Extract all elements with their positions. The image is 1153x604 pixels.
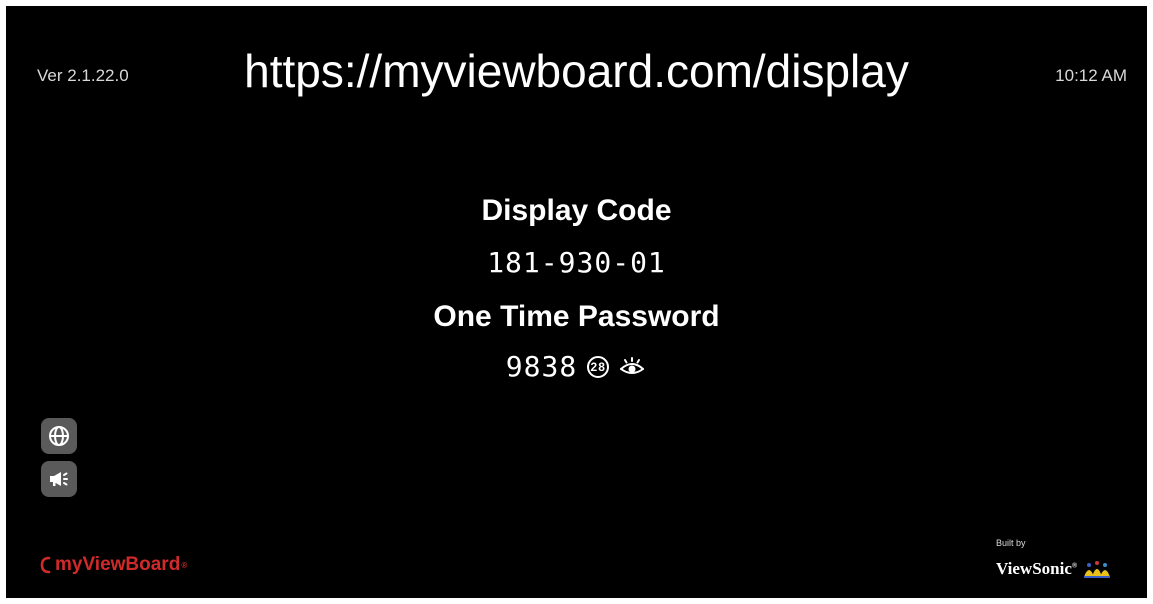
viewsonic-registered-mark: ® — [1071, 561, 1078, 570]
otp-value: 9838 — [505, 350, 578, 383]
eye-icon[interactable] — [617, 355, 647, 379]
language-button[interactable] — [41, 418, 77, 454]
viewsonic-wordmark: ViewSonic® — [996, 559, 1077, 579]
display-code-value: 181-930-01 — [487, 246, 666, 279]
display-code-label: Display Code — [481, 194, 672, 227]
myviewboard-logo: myViewBoard ® — [40, 554, 187, 576]
brand-name: myViewBoard — [55, 554, 181, 575]
clock: 10:12 AM — [1055, 66, 1127, 85]
brand-cloud-icon — [40, 556, 51, 574]
otp-row: 9838 28 — [6, 350, 1147, 383]
otp-label: One Time Password — [433, 300, 720, 333]
announcement-button[interactable] — [41, 461, 77, 497]
built-by-label: Built by — [996, 538, 1026, 548]
brand-registered-mark: ® — [181, 560, 188, 570]
otp-timer-badge: 28 — [587, 355, 610, 378]
viewsonic-birds-icon — [1084, 561, 1111, 578]
globe-icon — [49, 426, 69, 446]
viewsonic-name: ViewSonic — [996, 559, 1072, 578]
megaphone-icon — [50, 472, 68, 486]
viewsonic-logo: ViewSonic® — [996, 559, 1112, 579]
display-screen: Ver 2.1.22.0 https://myviewboard.com/dis… — [6, 6, 1147, 598]
display-url: https://myviewboard.com/display — [244, 45, 909, 97]
